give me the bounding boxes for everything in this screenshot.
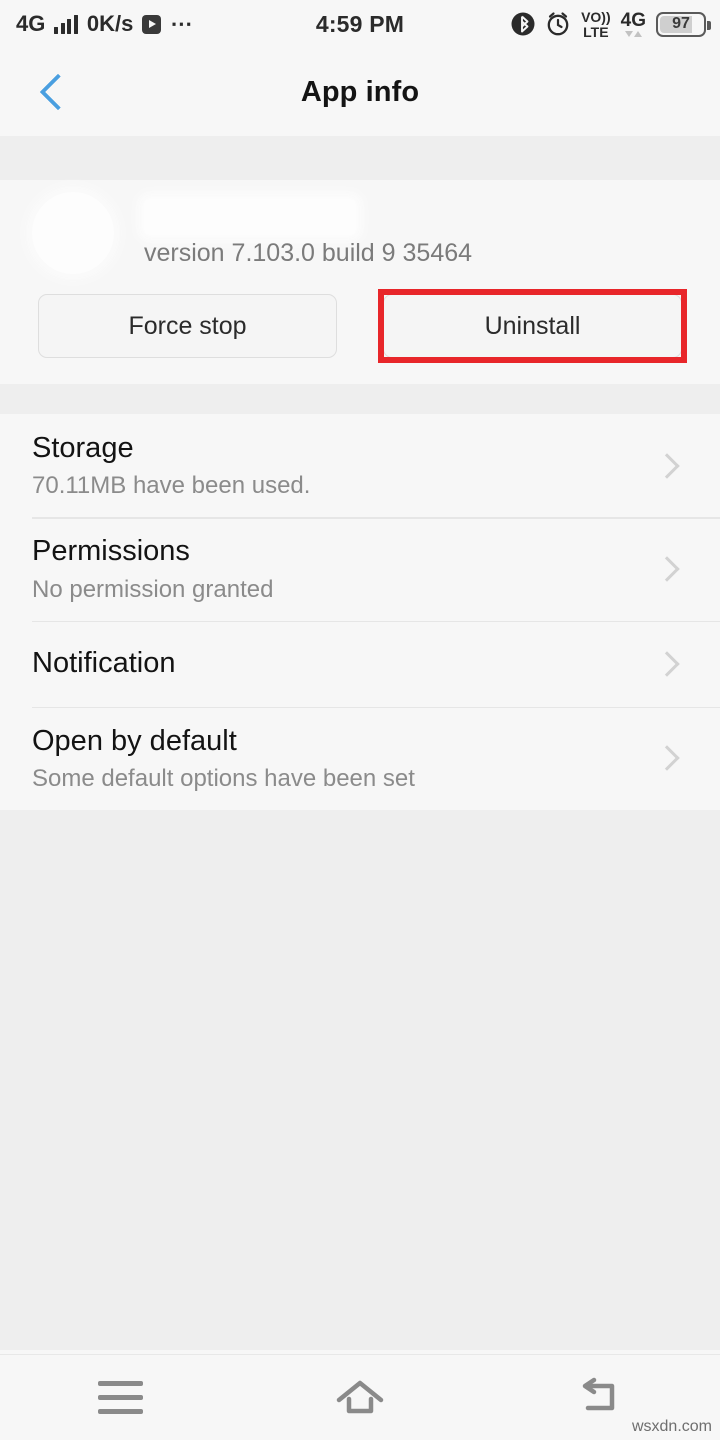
mobile-network-label: 4G (620, 10, 646, 31)
battery-percent-label: 97 (672, 15, 690, 32)
list-item-texts: Open by default Some default options hav… (32, 707, 640, 810)
chevron-right-icon (654, 650, 680, 677)
chevron-right-icon (654, 452, 680, 479)
home-icon (336, 1380, 384, 1413)
list-item-storage[interactable]: Storage 70.11MB have been used. (0, 414, 720, 517)
menu-icon (97, 1381, 143, 1414)
battery-icon: 97 (656, 11, 711, 37)
back-arrow-icon (582, 1377, 615, 1410)
list-item-texts: Permissions No permission granted (32, 517, 640, 620)
list-item-subtitle: Some default options have been set (32, 764, 415, 792)
volte-icon: VO)) LTE (581, 10, 611, 39)
list-item-texts: Storage 70.11MB have been used. (32, 414, 640, 517)
list-item-texts: Notification (32, 629, 640, 697)
uninstall-button[interactable]: Uninstall (383, 294, 682, 358)
app-icon (32, 192, 114, 274)
list-item-permissions[interactable]: Permissions No permission granted (0, 517, 720, 620)
system-navigation-bar (0, 1354, 720, 1440)
alarm-clock-icon (547, 12, 569, 36)
chevron-right-icon (654, 556, 680, 582)
phone-screen: 4G 0K/s ⋯ 4:59 PM VO)) LTE 4G 97 App inf… (0, 0, 720, 1440)
chevron-right-icon (654, 745, 680, 771)
volte-bottom-label: LTE (583, 23, 609, 40)
recents-button[interactable] (0, 1355, 240, 1440)
settings-list: Storage 70.11MB have been used. Permissi… (0, 414, 720, 810)
force-stop-button[interactable]: Force stop (38, 294, 337, 358)
app-summary-row: version 7.103.0 build 9 35464 (0, 180, 720, 276)
home-button[interactable] (240, 1355, 480, 1440)
action-button-row: Force stop Uninstall (0, 276, 720, 384)
back-button[interactable] (20, 48, 90, 136)
list-item-open-by-default[interactable]: Open by default Some default options hav… (0, 706, 720, 810)
uninstall-button-highlight: Uninstall (378, 289, 687, 363)
app-name-redacted (144, 198, 356, 235)
section-gap-middle (0, 384, 720, 414)
app-meta: version 7.103.0 build 9 35464 (144, 198, 688, 268)
list-item-subtitle: No permission granted (32, 575, 274, 603)
empty-area (0, 809, 720, 1350)
list-item-title: Open by default (32, 724, 237, 757)
list-item-title: Permissions (32, 535, 190, 568)
force-stop-button-wrap: Force stop (38, 294, 337, 358)
site-watermark: wsxdn.com (631, 1418, 712, 1435)
app-version-label: version 7.103.0 build 9 35464 (144, 238, 473, 267)
app-bar: App info (0, 48, 720, 136)
list-item-subtitle: 70.11MB have been used. (32, 472, 311, 500)
mobile-network-indicator: 4G (621, 11, 646, 37)
list-item-title: Notification (32, 647, 176, 680)
page-title: App info (300, 75, 420, 108)
list-item-title: Storage (32, 432, 134, 464)
bluetooth-icon (511, 12, 535, 36)
data-arrows-icon (624, 31, 642, 37)
list-item-notification[interactable]: Notification (0, 620, 720, 707)
app-summary-card: version 7.103.0 build 9 35464 Force stop… (0, 180, 720, 384)
status-bar: 4G 0K/s ⋯ 4:59 PM VO)) LTE 4G 97 (0, 0, 720, 48)
back-chevron-icon (39, 73, 77, 111)
section-gap-top (0, 136, 720, 180)
volte-top-label: VO)) (581, 8, 611, 25)
status-bar-right: VO)) LTE 4G 97 (511, 0, 711, 48)
